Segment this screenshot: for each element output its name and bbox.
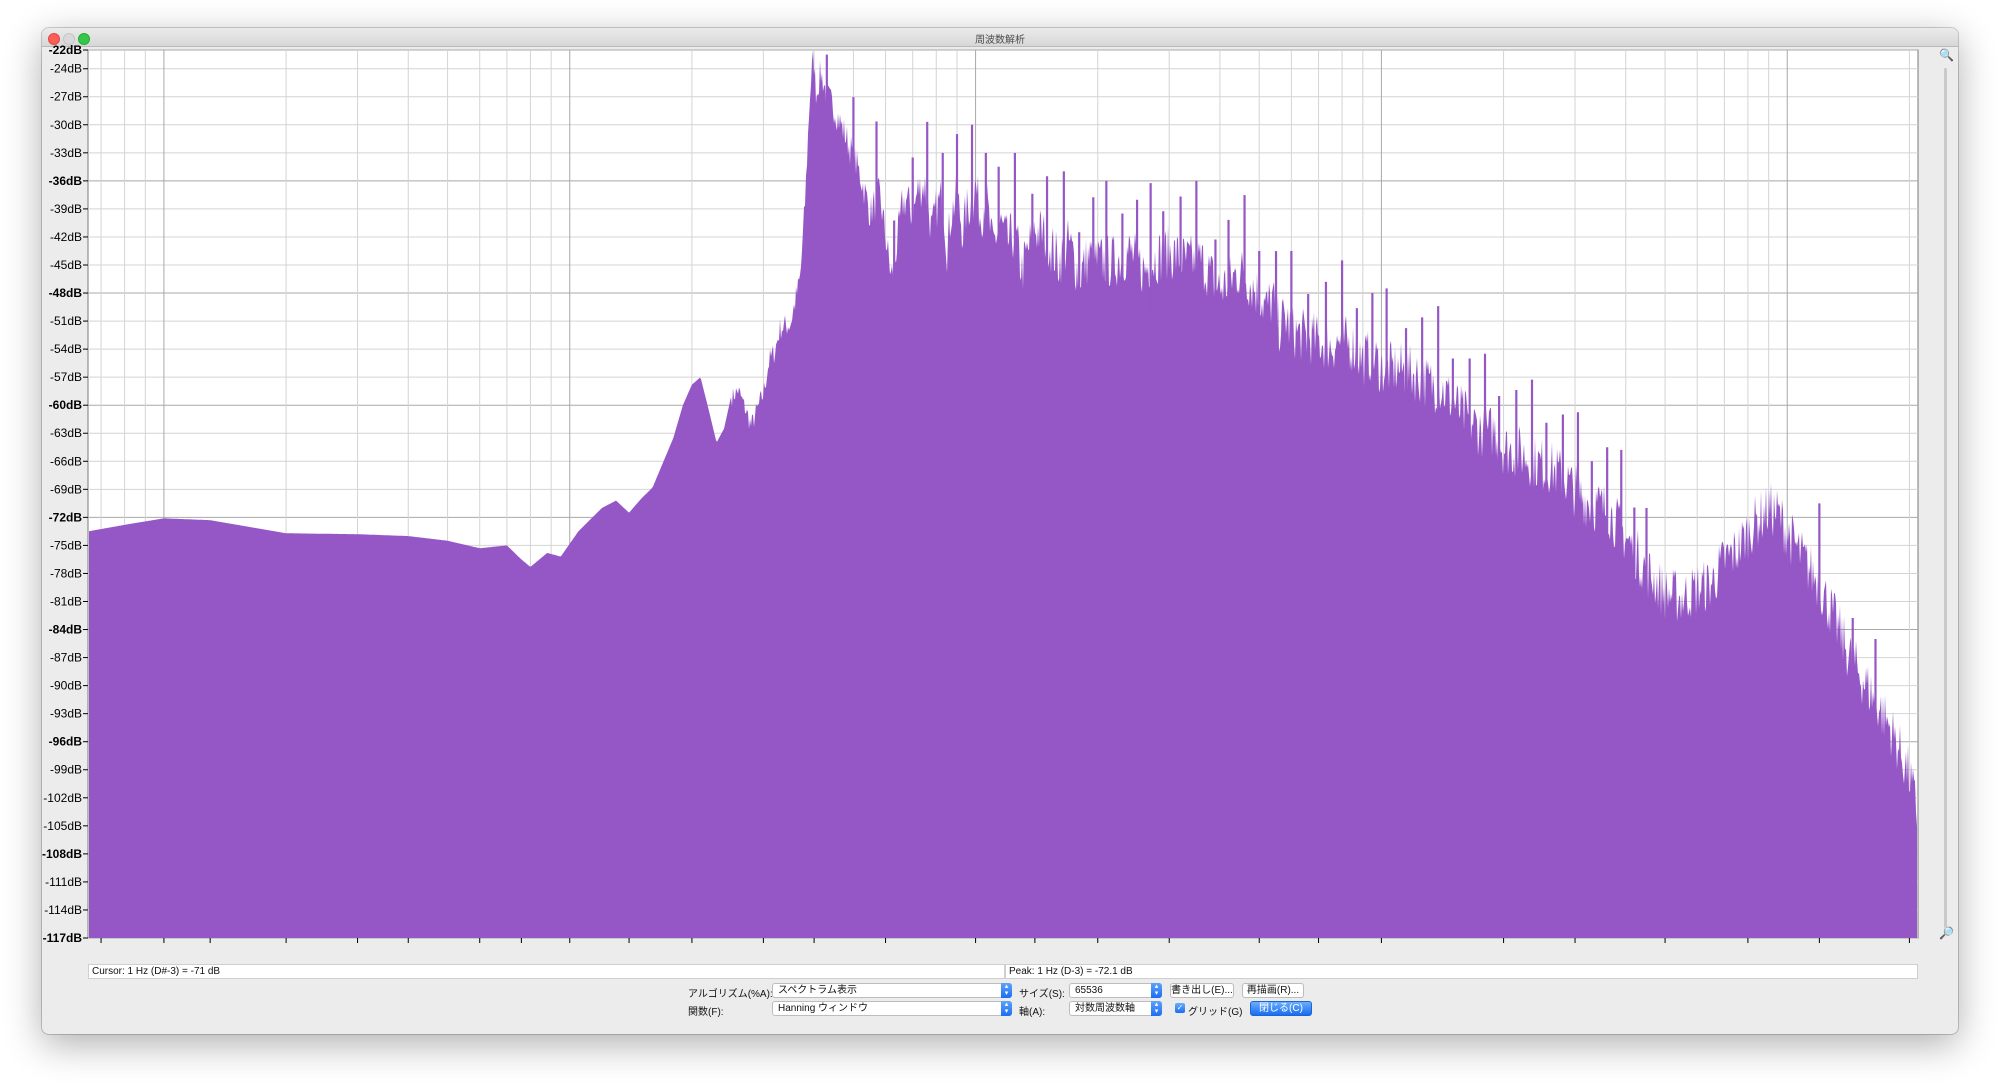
x-tick-label: 1000.00Hz: [1352, 946, 1410, 948]
x-tick-label: 200.00Hz: [1072, 946, 1123, 948]
y-tick-label: -51dB: [50, 314, 82, 328]
y-tick-label: -24dB: [50, 62, 82, 76]
select-arrows-icon: ▴ ▾: [1001, 983, 1012, 998]
y-tick-label: -22dB: [49, 43, 83, 57]
algorithm-label: アルゴリズム(%A):: [688, 989, 773, 1000]
x-tick-label: 12000.00Hz: [1787, 946, 1852, 948]
x-tick-label: 30.00Hz: [741, 946, 786, 948]
size-select[interactable]: 65536 ▴ ▾: [1069, 983, 1162, 998]
zoom-out-icon[interactable]: 🔎: [1939, 926, 1954, 940]
cursor-readout: Cursor: 1 Hz (D#-3) = -71 dB: [88, 964, 1005, 979]
y-tick-label: -72dB: [49, 510, 83, 524]
y-tick-label: -102dB: [43, 791, 82, 805]
grid-checkbox-label[interactable]: グリッド(G): [1188, 1003, 1242, 1018]
x-tick-label: 6.00Hz: [461, 946, 499, 948]
y-tick-label: -75dB: [50, 538, 82, 552]
y-tick-label: -93dB: [50, 707, 82, 721]
y-tick-label: -33dB: [50, 146, 82, 160]
x-tick-label: 40.00Hz: [792, 946, 837, 948]
select-arrows-icon: ▴ ▾: [1151, 983, 1162, 998]
spectrum-plot[interactable]: -22dB -24dB -27dB -30dB -33dB -36dB -39dB -42dB…: [42, 28, 1958, 948]
x-tick-label: 14.00Hz: [607, 946, 652, 948]
x-axis-labels: 0.70Hz 1.00Hz 1.30Hz 2.00Hz 3.00Hz 4.00Hz 6.00…: [82, 946, 1942, 948]
axis-value: 対数周波数軸: [1075, 1003, 1135, 1014]
y-tick-label: -78dB: [50, 566, 82, 580]
function-value: Hanning ウィンドウ: [778, 1003, 869, 1014]
y-tick-label: -87dB: [50, 651, 82, 665]
x-tick-label: 2000.00Hz: [1475, 946, 1533, 948]
x-tick-label: 1.00Hz: [145, 946, 183, 948]
x-tick-label: 700.00Hz: [1293, 946, 1344, 948]
y-tick-label: -30dB: [50, 118, 82, 132]
axis-label: 軸(A):: [1019, 1007, 1046, 1018]
x-tick-label: 3.00Hz: [339, 946, 377, 948]
y-tick-label: -54dB: [50, 342, 82, 356]
y-tick-label: -108dB: [42, 847, 82, 861]
x-tick-label: 1.30Hz: [191, 946, 229, 948]
zoom-in-icon[interactable]: 🔍: [1939, 48, 1954, 62]
x-tick-label: 5000.00Hz: [1636, 946, 1694, 948]
y-tick-label: -66dB: [50, 454, 82, 468]
y-tick-label: -81dB: [50, 594, 82, 608]
x-tick-label: 100.00Hz: [950, 946, 1001, 948]
y-tick-label: -117dB: [43, 931, 83, 945]
grid-checkbox[interactable]: ✓: [1175, 1003, 1185, 1013]
y-tick-label: -60dB: [49, 398, 83, 412]
function-select[interactable]: Hanning ウィンドウ ▴ ▾: [772, 1001, 1012, 1016]
x-tick-label: 300.00Hz: [1144, 946, 1195, 948]
y-tick-label: -90dB: [50, 679, 82, 693]
x-tick-label: 8000.00Hz: [1719, 946, 1777, 948]
y-tick-label: -48dB: [49, 286, 83, 300]
x-tick-label: 7.60Hz: [502, 946, 540, 948]
y-axis-labels: -22dB -24dB -27dB -30dB -33dB -36dB -39dB -42dB…: [42, 43, 82, 945]
y-tick-label: -39dB: [50, 202, 82, 216]
vertical-zoom-slider[interactable]: [1944, 68, 1947, 928]
y-tick-label: -45dB: [50, 258, 82, 272]
x-tick-label: 20.00Hz: [670, 946, 715, 948]
export-button[interactable]: 書き出し(E)...: [1170, 983, 1234, 998]
function-label: 関数(F):: [688, 1007, 724, 1018]
y-tick-label: -27dB: [50, 90, 82, 104]
y-tick-label: -36dB: [49, 174, 83, 188]
y-tick-label: -69dB: [50, 482, 82, 496]
y-tick-label: -63dB: [50, 426, 82, 440]
select-arrows-icon: ▴ ▾: [1151, 1001, 1162, 1016]
size-value: 65536: [1075, 985, 1103, 996]
y-tick-label: -42dB: [50, 230, 82, 244]
y-tick-label: -99dB: [50, 763, 82, 777]
algorithm-select[interactable]: スペクトラム表示 ▴ ▾: [772, 983, 1012, 998]
x-tick-label: 10.00Hz: [547, 946, 592, 948]
x-tick-label: 60.00Hz: [863, 946, 908, 948]
select-arrows-icon: ▴ ▾: [1001, 1001, 1012, 1016]
algorithm-value: スペクトラム表示: [778, 985, 857, 996]
x-tick-label: 3000.00Hz: [1546, 946, 1604, 948]
size-label: サイズ(S):: [1019, 989, 1065, 1000]
y-tick-label: -114dB: [44, 903, 82, 917]
y-tick-label: -111dB: [45, 875, 82, 889]
x-tick-label: 140.00Hz: [1009, 946, 1060, 948]
x-tick-label: 20000.00Hz: [1877, 946, 1942, 948]
y-tick-label: -96dB: [49, 735, 83, 749]
close-button[interactable]: 閉じる(C): [1250, 1001, 1312, 1016]
peak-readout: Peak: 1 Hz (D-3) = -72.1 dB: [1005, 964, 1918, 979]
x-tick-label: 4.00Hz: [389, 946, 427, 948]
frequency-analysis-window: 周波数解析 -22dB -24dB -27dB -30dB -33dB -36dB -39d…: [42, 28, 1958, 1034]
y-tick-label: -84dB: [49, 623, 83, 637]
x-tick-label: 2.00Hz: [267, 946, 305, 948]
x-tick-label: 500.00Hz: [1234, 946, 1285, 948]
y-tick-label: -57dB: [50, 370, 82, 384]
replot-button[interactable]: 再描画(R)...: [1242, 983, 1304, 998]
x-tick-label: 0.70Hz: [82, 946, 120, 948]
y-tick-label: -105dB: [43, 819, 82, 833]
axis-select[interactable]: 対数周波数軸 ▴ ▾: [1069, 1001, 1162, 1016]
